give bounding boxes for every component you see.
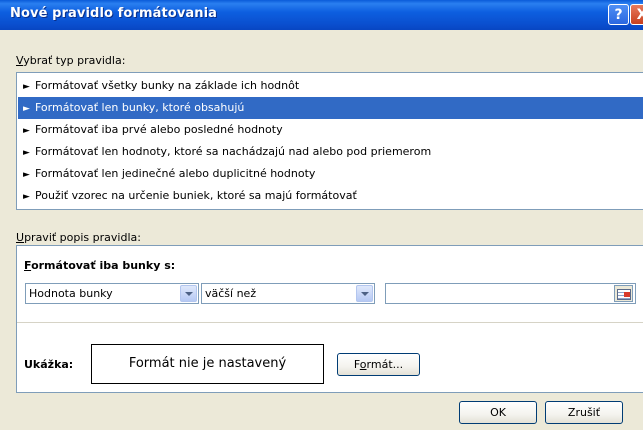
arrow-right-icon: ► (23, 148, 30, 158)
rule-type-item-label: Formátovať len hodnoty, ktoré sa nachádz… (35, 145, 432, 158)
rule-type-item-above-below-average[interactable]: ► Formátovať len hodnoty, ktoré sa nachád… (18, 141, 643, 163)
arrow-right-icon: ► (23, 104, 30, 114)
panel-divider (17, 322, 643, 323)
preview-box: Formát nie je nastavený (91, 344, 324, 384)
arrow-right-icon: ► (23, 126, 30, 136)
edit-description-label-rest: praviť popis pravidla: (24, 231, 141, 244)
rule-type-list[interactable]: ► Formátovať všetky bunky na základe ich … (16, 72, 643, 210)
preview-label: Ukážka: (24, 358, 74, 371)
format-button-accel: o (359, 358, 367, 371)
value-input[interactable] (385, 283, 636, 304)
format-button[interactable]: Formát... (337, 353, 420, 376)
chevron-down-icon[interactable] (356, 285, 373, 302)
rule-type-item-all-values[interactable]: ► Formátovať všetky bunky na základe ich … (18, 75, 643, 97)
operator-combo[interactable]: väčší než (201, 283, 375, 304)
arrow-right-icon: ► (23, 82, 30, 92)
arrow-right-icon: ► (23, 170, 30, 180)
rule-type-label: Vybrať typ pravidla: (16, 54, 125, 67)
edit-description-label: Upraviť popis pravidla: (16, 231, 141, 244)
ok-button[interactable]: OK (459, 401, 537, 424)
heading-rest: ormátovať iba bunky s: (31, 259, 176, 272)
help-button[interactable]: ? (608, 4, 629, 25)
rule-type-item-top-bottom[interactable]: ► Formátovať iba prvé alebo posledné hodn… (18, 119, 643, 141)
edit-description-label-accel: U (16, 231, 25, 244)
rule-type-item-cells-containing[interactable]: ► Formátovať len bunky, ktoré obsahujú (18, 97, 643, 119)
edit-description-panel: Formátovať iba bunky s: Hodnota bunky vä… (16, 245, 643, 393)
rule-type-item-formula[interactable]: ► Použiť vzorec na určenie buniek, ktoré … (18, 185, 643, 207)
cell-value-combo-text: Hodnota bunky (29, 287, 113, 300)
rule-type-label-rest: ybrať typ pravidla: (23, 54, 126, 67)
rule-type-item-unique-duplicate[interactable]: ► Formátovať len jedinečné alebo duplicit… (18, 163, 643, 185)
rule-type-item-label: Formátovať všetky bunky na základe ich h… (35, 79, 300, 92)
cancel-button[interactable]: Zrušiť (545, 401, 623, 424)
cell-value-combo[interactable]: Hodnota bunky (25, 283, 199, 304)
rule-type-item-label: Formátovať iba prvé alebo posledné hodno… (35, 123, 283, 136)
chevron-down-icon[interactable] (180, 285, 197, 302)
close-button[interactable]: X (630, 4, 643, 25)
format-only-cells-heading: Formátovať iba bunky s: (24, 259, 175, 272)
rule-type-item-label: Formátovať len jedinečné alebo duplicitn… (35, 167, 316, 180)
collapse-dialog-icon[interactable] (614, 285, 633, 302)
format-button-post: rmát... (366, 358, 404, 371)
new-formatting-rule-dialog: Nové pravidlo formátovania ? X Vybrať ty… (0, 0, 643, 430)
arrow-right-icon: ► (23, 192, 30, 202)
window-title: Nové pravidlo formátovania (10, 6, 218, 21)
title-bar[interactable]: Nové pravidlo formátovania ? X (0, 0, 643, 30)
rule-type-item-label: Formátovať len bunky, ktoré obsahujú (35, 101, 245, 114)
rule-type-item-label: Použiť vzorec na určenie buniek, ktoré s… (35, 189, 357, 202)
operator-combo-text: väčší než (205, 287, 257, 300)
